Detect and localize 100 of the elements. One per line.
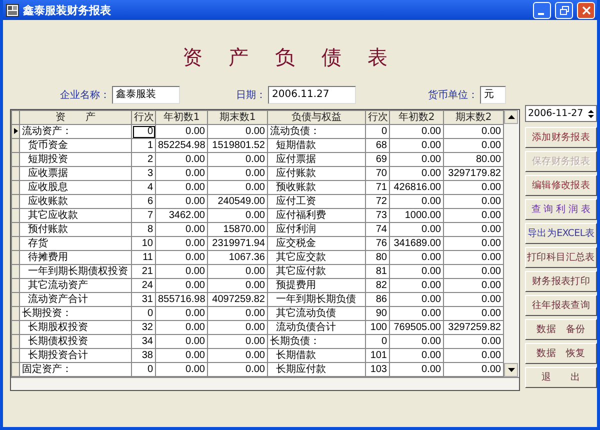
column-header[interactable]: 期末数2 bbox=[444, 110, 504, 124]
table-cell: 0.00 bbox=[444, 180, 504, 194]
date-picker[interactable]: 2006-11-27 bbox=[525, 105, 597, 122]
table-cell: 3 bbox=[132, 166, 156, 180]
table-cell: 1 bbox=[132, 138, 156, 152]
table-cell: 769505.00 bbox=[390, 320, 444, 334]
table-cell: 1067.36 bbox=[208, 250, 268, 264]
table-cell: 0.00 bbox=[156, 152, 208, 166]
table-cell: 68 bbox=[366, 138, 390, 152]
window-title: 鑫泰服装财务报表 bbox=[23, 2, 111, 18]
column-header[interactable]: 期末数1 bbox=[208, 110, 268, 124]
table-cell: 其它流动负债 bbox=[268, 306, 366, 320]
table-cell: 7 bbox=[132, 208, 156, 222]
table-cell: 0.00 bbox=[444, 264, 504, 278]
table-cell: 应付福利费 bbox=[268, 208, 366, 222]
table-cell: 3297259.82 bbox=[444, 320, 504, 334]
table-cell: 6 bbox=[132, 194, 156, 208]
table-cell: 76 bbox=[366, 236, 390, 250]
table-cell: 0.00 bbox=[208, 166, 268, 180]
table-cell: 0 bbox=[132, 124, 156, 138]
action-button[interactable]: 退 出 bbox=[525, 367, 597, 388]
horizontal-scrollbar[interactable] bbox=[11, 377, 519, 390]
restore-icon bbox=[560, 6, 568, 14]
close-button[interactable] bbox=[577, 2, 595, 18]
action-button[interactable]: 添加财务报表 bbox=[525, 127, 597, 148]
table-cell: 852254.98 bbox=[156, 138, 208, 152]
table-cell: 0.00 bbox=[156, 222, 208, 236]
column-header[interactable]: 行次 bbox=[366, 110, 390, 124]
table-cell: 0 bbox=[366, 124, 390, 138]
table-cell: 0.00 bbox=[208, 124, 268, 138]
table-cell: 86 bbox=[366, 292, 390, 306]
column-header[interactable]: 资 产 bbox=[20, 110, 132, 124]
action-button[interactable]: 往年报表查询 bbox=[525, 295, 597, 316]
column-header[interactable]: 年初数2 bbox=[390, 110, 444, 124]
table-cell: 32 bbox=[132, 320, 156, 334]
table-cell: 0.00 bbox=[444, 250, 504, 264]
action-button[interactable]: 编辑修改报表 bbox=[525, 175, 597, 196]
vertical-scrollbar[interactable] bbox=[504, 110, 518, 377]
minimize-button[interactable] bbox=[533, 2, 551, 18]
table-cell: 1000.00 bbox=[390, 208, 444, 222]
table-cell: 15870.00 bbox=[208, 222, 268, 236]
input-field[interactable]: 元 bbox=[480, 86, 506, 104]
table-cell: 长期债权投资 bbox=[20, 334, 132, 348]
minimize-icon bbox=[538, 12, 544, 14]
table-cell: 426816.00 bbox=[390, 180, 444, 194]
table-cell: 预收账款 bbox=[268, 180, 366, 194]
column-header[interactable]: 年初数1 bbox=[156, 110, 208, 124]
column-header[interactable]: 负债与权益 bbox=[268, 110, 366, 124]
table-cell: 其它流动资产 bbox=[20, 278, 132, 292]
table-cell: 0.00 bbox=[390, 292, 444, 306]
table-cell: 长期投资合计 bbox=[20, 348, 132, 362]
table-cell: 0.00 bbox=[208, 180, 268, 194]
table-cell: 0.00 bbox=[444, 292, 504, 306]
action-button[interactable]: 数据 备份 bbox=[525, 319, 597, 340]
table-cell: 其它应付款 bbox=[268, 264, 366, 278]
action-button[interactable]: 打印科目汇总表 bbox=[525, 247, 597, 268]
table-cell: 82 bbox=[366, 278, 390, 292]
table-cell: 0.00 bbox=[444, 236, 504, 250]
table-cell: 24 bbox=[132, 278, 156, 292]
table-cell: 一年到期长期负债 bbox=[268, 292, 366, 306]
table-cell: 流动负债合计 bbox=[268, 320, 366, 334]
table-cell: 71 bbox=[366, 180, 390, 194]
table-cell: 应付账款 bbox=[268, 166, 366, 180]
table-cell: 应交税金 bbox=[268, 236, 366, 250]
down-arrow-icon bbox=[508, 368, 514, 372]
table-cell: 0.00 bbox=[390, 166, 444, 180]
table-cell: 10 bbox=[132, 236, 156, 250]
table-cell: 应付利润 bbox=[268, 222, 366, 236]
table-cell: 0.00 bbox=[156, 236, 208, 250]
table-cell: 0.00 bbox=[390, 278, 444, 292]
input-field[interactable]: 2006.11.27 bbox=[268, 86, 356, 104]
table-cell: 38 bbox=[132, 348, 156, 362]
table-cell: 0.00 bbox=[390, 152, 444, 166]
table-cell: 一年到期长期债权投资 bbox=[20, 264, 132, 278]
table-cell: 0.00 bbox=[156, 250, 208, 264]
table-cell: 0.00 bbox=[390, 334, 444, 348]
action-button[interactable]: 财务报表打印 bbox=[525, 271, 597, 292]
table-cell: 长期借款 bbox=[268, 348, 366, 362]
table-cell: 0.00 bbox=[390, 138, 444, 152]
table-cell: 0.00 bbox=[208, 152, 268, 166]
report-title: 资 产 负 债 表 bbox=[181, 44, 389, 71]
table-cell: 货币资金 bbox=[20, 138, 132, 152]
action-button[interactable]: 查 询 利 润 表 bbox=[525, 199, 597, 220]
table-cell: 0.00 bbox=[208, 208, 268, 222]
table-cell: 0.00 bbox=[390, 306, 444, 320]
input-field[interactable]: 鑫泰服装 bbox=[112, 86, 180, 104]
table-cell: 0.00 bbox=[444, 348, 504, 362]
table-cell: 0.00 bbox=[390, 348, 444, 362]
table-cell: 应收股息 bbox=[20, 180, 132, 194]
action-button[interactable]: 导出为EXCEL表 bbox=[525, 223, 597, 244]
table-cell: 长期股权投资 bbox=[20, 320, 132, 334]
action-button[interactable]: 数据 恢复 bbox=[525, 343, 597, 364]
maximize-button[interactable] bbox=[555, 2, 573, 18]
table-cell: 流动资产合计 bbox=[20, 292, 132, 306]
column-header[interactable]: 行次 bbox=[132, 110, 156, 124]
table-cell: 短期投资 bbox=[20, 152, 132, 166]
table-cell: 0.00 bbox=[156, 194, 208, 208]
table-cell: 0.00 bbox=[208, 278, 268, 292]
table-cell: 90 bbox=[366, 306, 390, 320]
table-cell: 70 bbox=[366, 166, 390, 180]
